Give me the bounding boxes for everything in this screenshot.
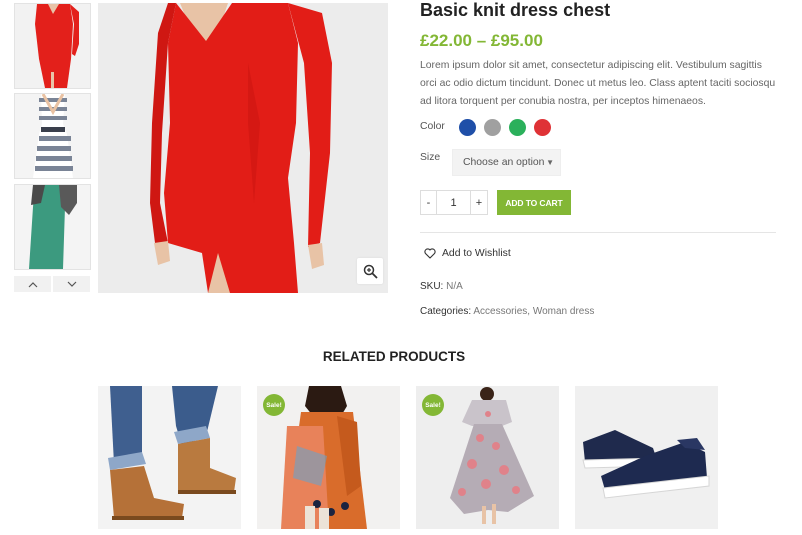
related-product-sneakers[interactable]	[575, 386, 718, 529]
color-swatch-red[interactable]	[534, 119, 551, 136]
red-dress-photo	[98, 3, 388, 293]
thumbnail-next-button[interactable]	[53, 276, 90, 292]
wishlist-label: Add to Wishlist	[442, 248, 511, 259]
sku-value: N/A	[446, 281, 463, 292]
quantity-decrease-button[interactable]: -	[420, 190, 437, 215]
boots-on-jeans-image	[98, 386, 241, 529]
divider	[420, 232, 776, 233]
red-dress-thumbnail-image	[15, 4, 90, 88]
size-select[interactable]: Choose an option ▼	[452, 149, 561, 176]
thumbnail-red-dress[interactable]	[14, 3, 91, 89]
color-swatch-gray[interactable]	[484, 119, 501, 136]
zoom-in-icon	[363, 264, 378, 279]
sale-badge: Sale!	[422, 394, 444, 416]
quantity-increase-button[interactable]: +	[470, 190, 488, 215]
size-label: Size	[420, 152, 441, 163]
navy-sneakers-image	[575, 386, 718, 529]
add-to-wishlist-link[interactable]: Add to Wishlist	[424, 248, 511, 259]
related-products-heading: RELATED PRODUCTS	[322, 349, 466, 364]
related-product-orange-outfit[interactable]: Sale!	[257, 386, 400, 529]
sale-badge: Sale!	[263, 394, 285, 416]
product-price: £22.00 – £95.00	[420, 31, 543, 50]
categories-label: Categories:	[420, 306, 472, 317]
sku-row: SKU: N/A	[420, 281, 463, 292]
color-swatch-green[interactable]	[509, 119, 526, 136]
color-label: Color	[420, 121, 445, 132]
striped-dress-thumbnail-image	[15, 94, 90, 178]
category-link-accessories[interactable]: Accessories	[473, 306, 527, 317]
thumbnail-prev-button[interactable]	[14, 276, 51, 292]
quantity-input[interactable]: 1	[436, 190, 471, 215]
related-product-boots[interactable]	[98, 386, 241, 529]
green-dress-thumbnail-image	[15, 185, 90, 269]
related-product-floral-dress[interactable]: Sale!	[416, 386, 559, 529]
caret-down-icon: ▼	[546, 158, 554, 167]
product-description: Lorem ipsum dolor sit amet, consectetur …	[420, 60, 776, 107]
add-to-cart-button[interactable]: ADD TO CART	[497, 190, 571, 215]
color-swatch-blue[interactable]	[459, 119, 476, 136]
sku-label: SKU:	[420, 281, 444, 292]
main-product-image[interactable]	[98, 3, 388, 293]
thumbnail-striped-dress[interactable]	[14, 93, 91, 179]
heart-icon	[424, 248, 436, 259]
size-select-value: Choose an option	[463, 157, 545, 168]
chevron-up-icon	[28, 281, 37, 287]
zoom-button[interactable]	[357, 258, 383, 284]
thumbnail-green-dress[interactable]	[14, 184, 91, 270]
category-link-woman-dress[interactable]: Woman dress	[533, 306, 595, 317]
product-title: Basic knit dress chest	[420, 0, 611, 20]
categories-row: Categories: Accessories, Woman dress	[420, 306, 594, 317]
chevron-down-icon	[67, 281, 76, 287]
